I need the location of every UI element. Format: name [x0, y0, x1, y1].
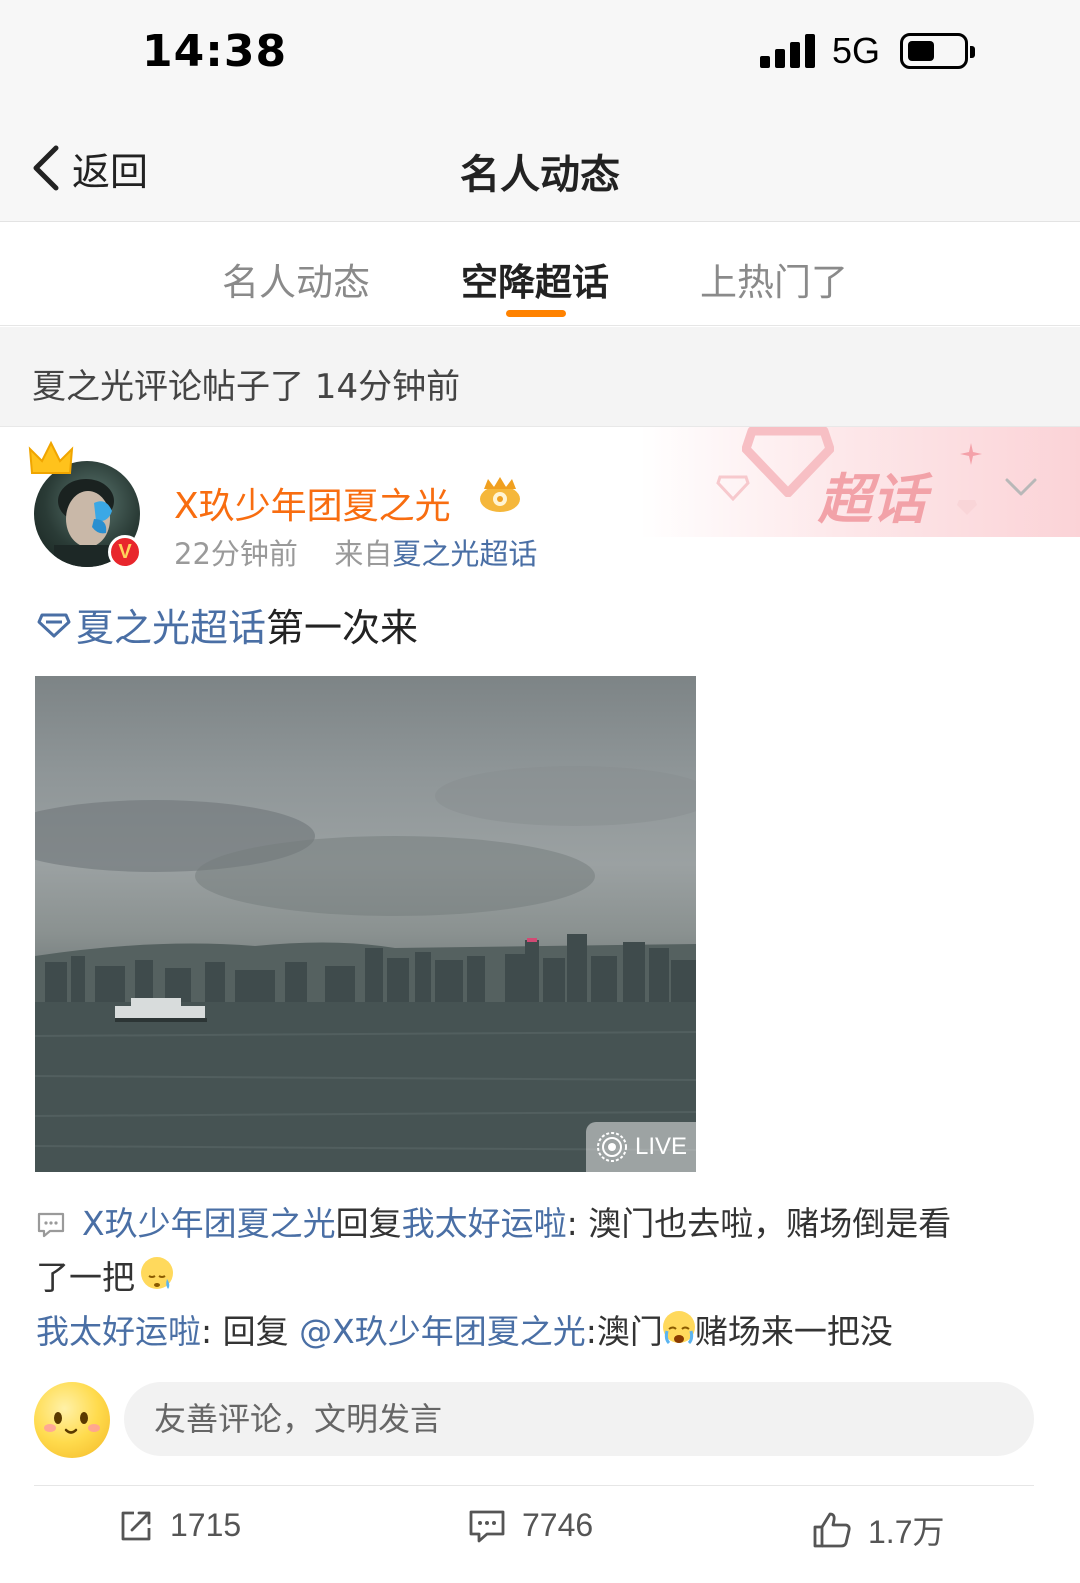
like-count: 1.7万: [868, 1514, 945, 1550]
post-source-prefix: 来自: [334, 537, 393, 571]
live-label: LIVE: [634, 1133, 688, 1160]
battery-icon: [900, 33, 975, 69]
mention-link[interactable]: @X玖少年团夏之光: [299, 1312, 586, 1351]
reply-prefix: : 回复: [201, 1312, 300, 1351]
active-tab-indicator: [506, 310, 566, 317]
repost-button[interactable]: 1715: [118, 1507, 241, 1544]
network-type: 5G: [832, 30, 881, 71]
comment-bubble-icon: [37, 1212, 65, 1238]
comment-text-continued: 赌场来一把没: [694, 1312, 893, 1351]
topic-link[interactable]: 夏之光超话: [36, 597, 266, 652]
post-content: 夏之光超话 第一次来: [36, 597, 418, 652]
smiley-face-icon[interactable]: [34, 1382, 110, 1458]
crown-icon: [28, 440, 74, 474]
sleepy-emoji-icon: [141, 1257, 173, 1289]
signal-icon: [760, 34, 816, 68]
comment-author[interactable]: 我太好运啦: [36, 1312, 201, 1351]
post-card: 超话 V X玖少年团夏之光 22分钟前 来自夏之光超话 夏之光超话 第一次来 L…: [0, 427, 1080, 1583]
comment-item[interactable]: X玖少年团夏之光回复我太好运啦: 澳门也去啦，赌场倒是看 了一把: [36, 1197, 1046, 1305]
nav-bar: 返回 名人动态: [0, 110, 1080, 222]
chevron-down-icon[interactable]: [1004, 475, 1038, 499]
comment-author[interactable]: X玖少年团夏之光: [82, 1204, 336, 1243]
comment-preview: X玖少年团夏之光回复我太好运啦: 澳门也去啦，赌场倒是看 了一把 我太好运啦: …: [36, 1197, 1046, 1359]
comment-icon: [469, 1510, 505, 1542]
like-button[interactable]: 1.7万: [812, 1507, 945, 1553]
tab-airdrop-super-topic[interactable]: 空降超话: [461, 252, 609, 306]
status-bar: 14:38 5G: [0, 0, 1080, 110]
post-meta: 22分钟前 来自夏之光超话: [174, 531, 537, 573]
share-icon: [121, 1511, 151, 1540]
diamond-icon: [716, 475, 750, 501]
tab-trending[interactable]: 上热门了: [700, 252, 848, 306]
post-time: 22分钟前: [174, 537, 298, 571]
reply-word: 回复: [335, 1204, 402, 1243]
vip-crown-icon: [480, 477, 520, 512]
notice-text: 夏之光评论帖子了 14分钟前: [32, 367, 461, 407]
tab-celebrity-updates[interactable]: 名人动态: [222, 252, 370, 306]
post-author-name[interactable]: X玖少年团夏之光: [174, 477, 451, 529]
activity-notice: 夏之光评论帖子了 14分钟前: [0, 327, 1080, 427]
crying-emoji-icon: [662, 1311, 695, 1345]
repost-count: 1715: [170, 1507, 242, 1543]
super-topic-badge: 超话: [818, 468, 926, 531]
comment-text-continued: 了一把: [36, 1258, 135, 1297]
tab-bar: 名人动态 空降超话 上热门了: [0, 222, 1080, 326]
post-source-link[interactable]: 夏之光超话: [392, 537, 537, 571]
live-photo-badge: LIVE: [586, 1122, 696, 1172]
topic-label: 夏之光超话: [76, 606, 267, 650]
post-photo[interactable]: LIVE: [35, 676, 696, 1172]
live-photo-icon: [596, 1132, 627, 1162]
harbor-skyline-image: [35, 766, 696, 1172]
comment-button[interactable]: 7746: [468, 1507, 593, 1544]
verified-badge: V: [108, 535, 142, 569]
divider: [34, 1485, 1034, 1486]
comment-input-row: [34, 1382, 1044, 1458]
reply-target[interactable]: 我太好运啦: [402, 1204, 567, 1243]
diamond-icon: [957, 500, 977, 515]
comment-text: : 澳门也去啦，赌场倒是看: [566, 1204, 952, 1243]
comment-item[interactable]: 我太好运啦: 回复 @X玖少年团夏之光:澳门 赌场来一把没: [36, 1305, 1046, 1359]
comment-input[interactable]: [124, 1382, 1034, 1456]
post-body-text: 第一次来: [266, 606, 419, 650]
thumbs-up-icon: [813, 1512, 851, 1548]
sparkle-icon: [960, 443, 982, 465]
page-title: 名人动态: [460, 152, 620, 198]
status-time: 14:38: [142, 26, 288, 77]
diamond-icon: [37, 613, 71, 637]
comment-count: 7746: [522, 1507, 594, 1543]
comment-text: :澳门: [585, 1312, 663, 1351]
